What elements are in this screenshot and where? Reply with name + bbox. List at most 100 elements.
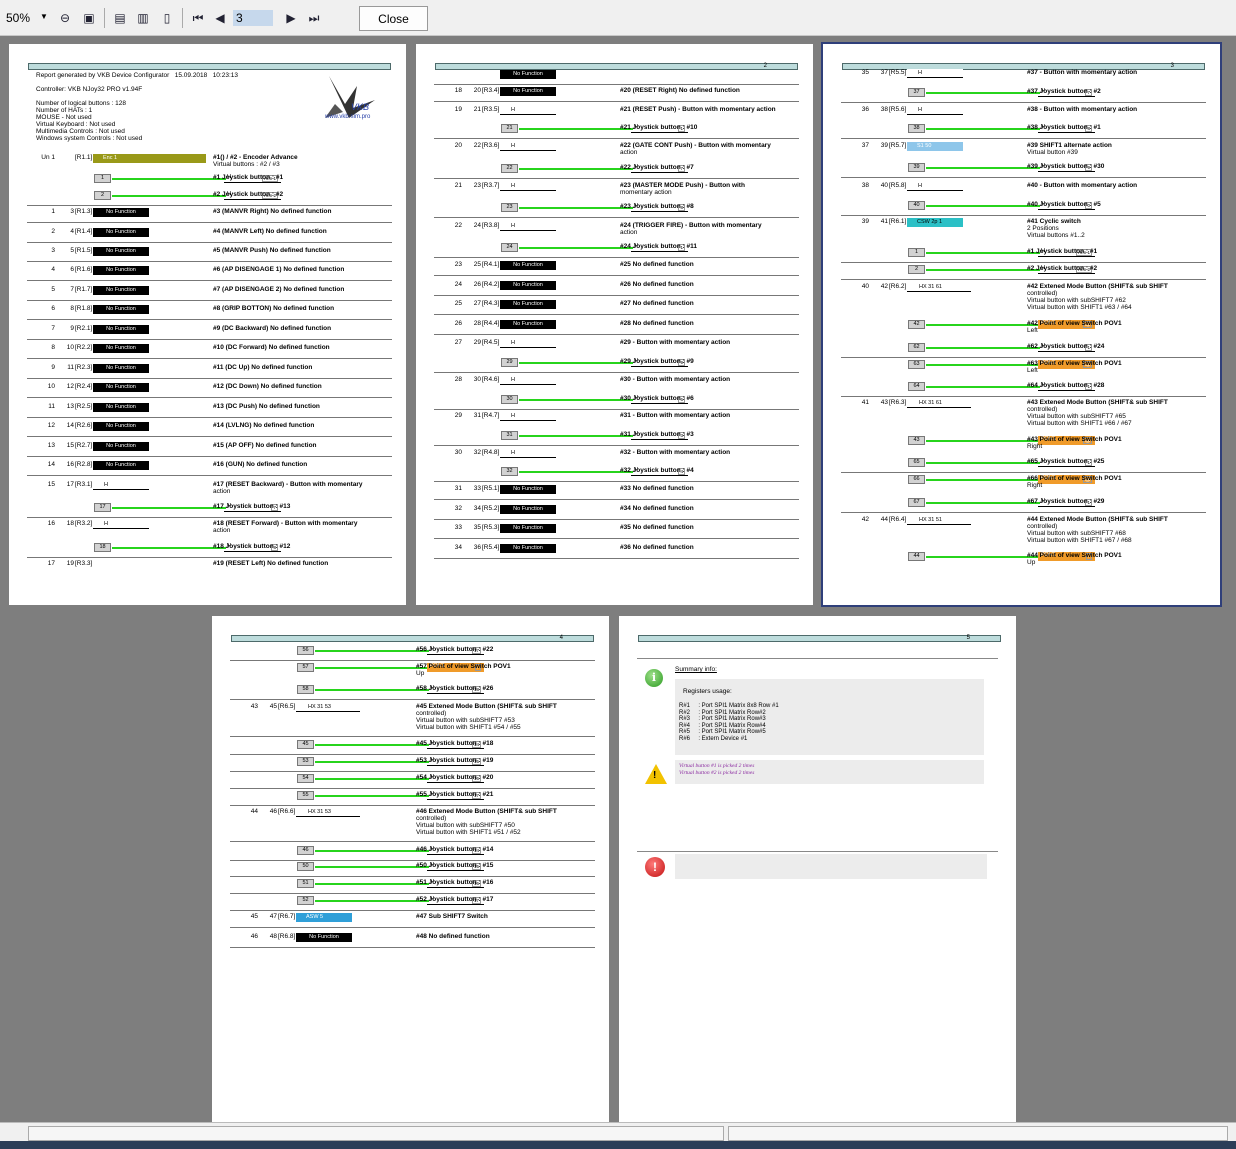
function-box-nofunc[interactable]: No Function <box>500 485 556 494</box>
function-box-h[interactable]: H <box>500 449 556 458</box>
function-box-h[interactable]: H <box>500 142 556 151</box>
function-box-h[interactable]: H <box>907 69 963 78</box>
report-page-3[interactable]: 3 35 37 [R5.5] H #37 - Button with momentary… <box>821 42 1222 607</box>
virtual-button-chip[interactable]: 67 <box>908 498 925 507</box>
report-page-2[interactable]: 2 No Function 18 20 [R3.4] No Function #20 (R… <box>416 44 813 605</box>
zoom-dropdown-icon[interactable]: ▼ <box>40 12 48 21</box>
virtual-button-chip[interactable]: 18 <box>94 543 111 552</box>
function-box-nofunc[interactable]: No Function <box>500 281 556 290</box>
page-number-input[interactable]: 3 <box>233 10 273 26</box>
function-box-nofunc[interactable]: No Function <box>500 261 556 270</box>
virtual-button-chip[interactable]: 43 <box>908 436 925 445</box>
virtual-button-chip[interactable]: 65 <box>908 458 925 467</box>
virtual-button-chip[interactable]: 40 <box>908 201 925 210</box>
fit-page-icon[interactable]: ▣ <box>81 11 97 25</box>
zoom-out-icon[interactable]: ⊖ <box>57 11 73 25</box>
function-box-s1[interactable]: S1 50 <box>907 142 963 151</box>
function-box-nofunc[interactable]: No Function <box>93 364 149 373</box>
function-box-nofunc[interactable]: No Function <box>93 305 149 314</box>
function-box-hx[interactable]: HX 31 61 <box>907 283 971 292</box>
function-box-h[interactable]: H <box>500 412 556 421</box>
function-box-hx[interactable]: HX 31 53 <box>296 808 360 817</box>
virtual-button-chip[interactable]: 31 <box>501 431 518 440</box>
function-box-nofunc[interactable]: No Function <box>93 403 149 412</box>
function-box-h[interactable]: H <box>907 106 963 115</box>
virtual-button-chip[interactable]: 2 <box>908 265 925 274</box>
virtual-button-chip[interactable]: 63 <box>908 360 925 369</box>
function-box-nofunc[interactable]: No Function <box>500 70 556 79</box>
virtual-button-chip[interactable]: 38 <box>908 124 925 133</box>
function-box-h[interactable]: H <box>500 376 556 385</box>
function-box-nofunc[interactable]: No Function <box>500 320 556 329</box>
function-box-nofunc[interactable]: No Function <box>93 325 149 334</box>
function-box-csw[interactable]: CSW 2p 1 <box>907 218 963 227</box>
virtual-button-chip[interactable]: 56 <box>297 646 314 655</box>
next-page-icon[interactable]: ▶ <box>283 11 299 25</box>
virtual-button-chip[interactable]: 1 <box>94 174 111 183</box>
function-box-hx[interactable]: HX 31 61 <box>907 399 971 408</box>
virtual-button-chip[interactable]: 46 <box>297 846 314 855</box>
function-box-nofunc[interactable]: No Function <box>93 442 149 451</box>
virtual-button-chip[interactable]: 37 <box>908 88 925 97</box>
function-box-nofunc[interactable]: No Function <box>500 505 556 514</box>
function-box-h[interactable]: H <box>93 520 149 529</box>
virtual-button-chip[interactable]: 22 <box>501 164 518 173</box>
virtual-button-chip[interactable]: 45 <box>297 740 314 749</box>
function-box-enc[interactable]: Enc 1 <box>93 154 206 163</box>
virtual-button-chip[interactable]: 17 <box>94 503 111 512</box>
virtual-button-chip[interactable]: 57 <box>297 663 314 672</box>
function-box-nofunc[interactable]: No Function <box>93 286 149 295</box>
report-page-4[interactable]: 4 56 H 17 #56 Joystick button : #22 57 POV1 ↑ #… <box>212 616 609 1122</box>
function-box-nofunc[interactable]: No Function <box>500 544 556 553</box>
function-box-nofunc[interactable]: No Function <box>93 461 149 470</box>
virtual-button-chip[interactable]: 55 <box>297 791 314 800</box>
function-box-nofunc[interactable]: No Function <box>93 208 149 217</box>
virtual-button-chip[interactable]: 1 <box>908 248 925 257</box>
virtual-button-chip[interactable]: 29 <box>501 358 518 367</box>
book-view-icon[interactable]: ▯ <box>159 11 175 25</box>
virtual-button-chip[interactable]: 30 <box>501 395 518 404</box>
prev-page-icon[interactable]: ◀ <box>212 11 228 25</box>
function-box-nofunc[interactable]: No Function <box>296 933 352 942</box>
virtual-button-chip[interactable]: 62 <box>908 343 925 352</box>
virtual-button-chip[interactable]: 51 <box>297 879 314 888</box>
function-box-hx[interactable]: HX 31 53 <box>296 703 360 712</box>
function-box-nofunc[interactable]: No Function <box>500 524 556 533</box>
function-box-nofunc[interactable]: No Function <box>500 300 556 309</box>
function-box-h[interactable]: H <box>500 182 556 191</box>
virtual-button-chip[interactable]: 24 <box>501 243 518 252</box>
multi-page-icon[interactable]: ▥ <box>135 11 151 25</box>
report-page-5[interactable]: 5 i Summary info: Registers usage: R#1 :… <box>619 616 1016 1122</box>
zoom-level[interactable]: 50% <box>6 11 30 25</box>
virtual-button-chip[interactable]: 21 <box>501 124 518 133</box>
first-page-icon[interactable]: ⏮ <box>190 11 206 25</box>
function-box-asw[interactable]: ASW 5 <box>296 913 352 922</box>
virtual-button-chip[interactable]: 32 <box>501 467 518 476</box>
virtual-button-chip[interactable]: 52 <box>297 896 314 905</box>
single-page-icon[interactable]: ▤ <box>112 11 128 25</box>
virtual-button-chip[interactable]: 50 <box>297 862 314 871</box>
virtual-button-chip[interactable]: 58 <box>297 685 314 694</box>
virtual-button-chip[interactable]: 53 <box>297 757 314 766</box>
function-box-nofunc[interactable]: No Function <box>93 228 149 237</box>
last-page-icon[interactable]: ⏭ <box>306 11 322 25</box>
virtual-button-chip[interactable]: 44 <box>908 552 925 561</box>
function-box-h[interactable]: H <box>500 106 556 115</box>
virtual-button-chip[interactable]: 64 <box>908 382 925 391</box>
function-box-hx[interactable]: HX 31 51 <box>907 516 971 525</box>
function-box-nofunc[interactable]: No Function <box>93 383 149 392</box>
function-box-nofunc[interactable]: No Function <box>93 344 149 353</box>
function-box-nofunc[interactable]: No Function <box>93 247 149 256</box>
report-page-1[interactable]: Report generated by VKB Device Configura… <box>9 44 406 605</box>
close-button[interactable]: Close <box>359 6 428 31</box>
function-box-h[interactable]: H <box>500 339 556 348</box>
virtual-button-chip[interactable]: 39 <box>908 163 925 172</box>
function-box-h[interactable]: H <box>907 182 963 191</box>
virtual-button-chip[interactable]: 42 <box>908 320 925 329</box>
virtual-button-chip[interactable]: 23 <box>501 203 518 212</box>
function-box-nofunc[interactable]: No Function <box>500 87 556 96</box>
function-box-h[interactable]: H <box>93 481 149 490</box>
virtual-button-chip[interactable]: 54 <box>297 774 314 783</box>
function-box-nofunc[interactable]: No Function <box>93 422 149 431</box>
function-box-h[interactable]: H <box>500 222 556 231</box>
